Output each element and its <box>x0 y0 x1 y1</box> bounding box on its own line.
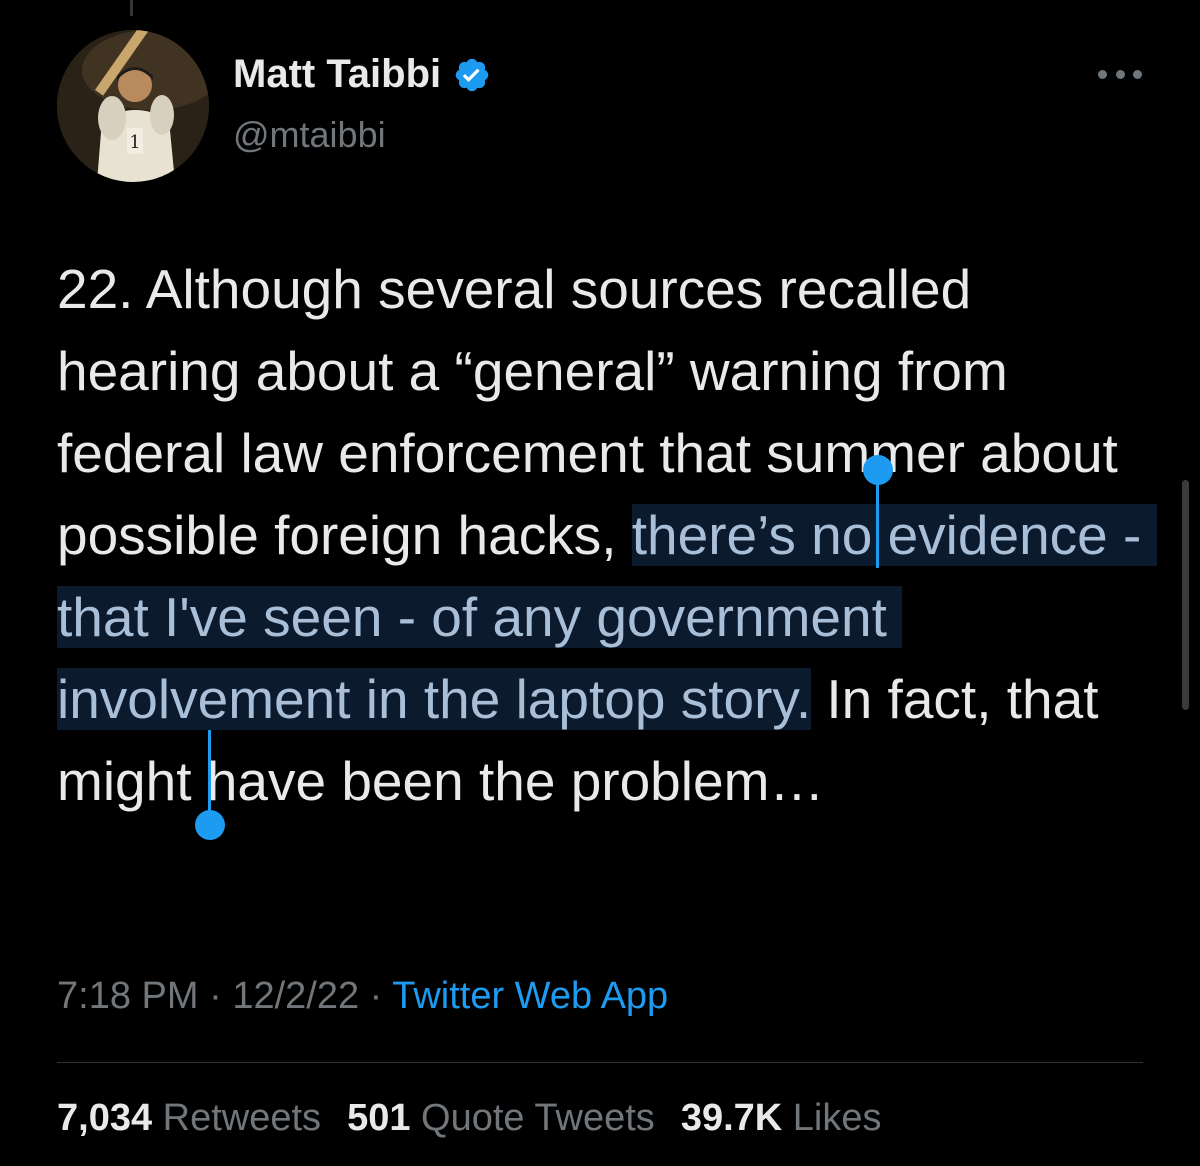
thread-connector-line <box>130 0 133 16</box>
selection-start-caret <box>876 470 879 568</box>
tweet-source-link[interactable]: Twitter Web App <box>392 975 668 1017</box>
retweets-label: Retweets <box>162 1097 322 1139</box>
tweet-stats: 7,034 Retweets 501 Quote Tweets 39.7K Li… <box>57 1097 882 1140</box>
meta-separator: · <box>359 975 393 1017</box>
avatar[interactable]: 1 <box>57 30 209 182</box>
more-dot <box>1133 69 1142 79</box>
tweet-meta: 7:18 PM · 12/2/22 · Twitter Web App <box>57 975 668 1018</box>
svg-text:1: 1 <box>129 132 140 153</box>
avatar-image: 1 <box>57 30 209 182</box>
divider <box>57 1062 1143 1063</box>
tweet-detail: 1 Matt Taibbi @mtaibbi 22. Although seve… <box>0 0 1200 1166</box>
quote-tweets-count: 501 <box>347 1097 411 1139</box>
selection-end-handle[interactable] <box>195 810 225 840</box>
likes-count: 39.7K <box>680 1097 783 1139</box>
more-options-icon[interactable] <box>1098 62 1142 86</box>
quote-tweets-stat[interactable]: 501 Quote Tweets <box>347 1097 655 1140</box>
scrollbar[interactable] <box>1182 480 1189 710</box>
author-name-text: Matt Taibbi <box>233 52 442 96</box>
more-dot <box>1098 69 1107 79</box>
tweet-text[interactable]: 22. Although several sources recalled he… <box>57 248 1157 822</box>
likes-label: Likes <box>792 1097 882 1139</box>
quote-tweets-label: Quote Tweets <box>421 1097 655 1139</box>
author-display-name[interactable]: Matt Taibbi <box>233 52 491 97</box>
tweet-date[interactable]: 12/2/22 <box>232 975 359 1017</box>
likes-stat[interactable]: 39.7K Likes <box>681 1097 882 1140</box>
verified-badge-icon <box>453 56 491 94</box>
tweet-time[interactable]: 7:18 PM <box>57 975 199 1017</box>
more-dot <box>1115 69 1125 79</box>
meta-separator: · <box>198 975 233 1017</box>
selection-end-caret <box>208 730 211 822</box>
author-handle[interactable]: @mtaibbi <box>233 114 386 156</box>
retweets-count: 7,034 <box>57 1097 153 1139</box>
retweets-stat[interactable]: 7,034 Retweets <box>57 1097 321 1140</box>
